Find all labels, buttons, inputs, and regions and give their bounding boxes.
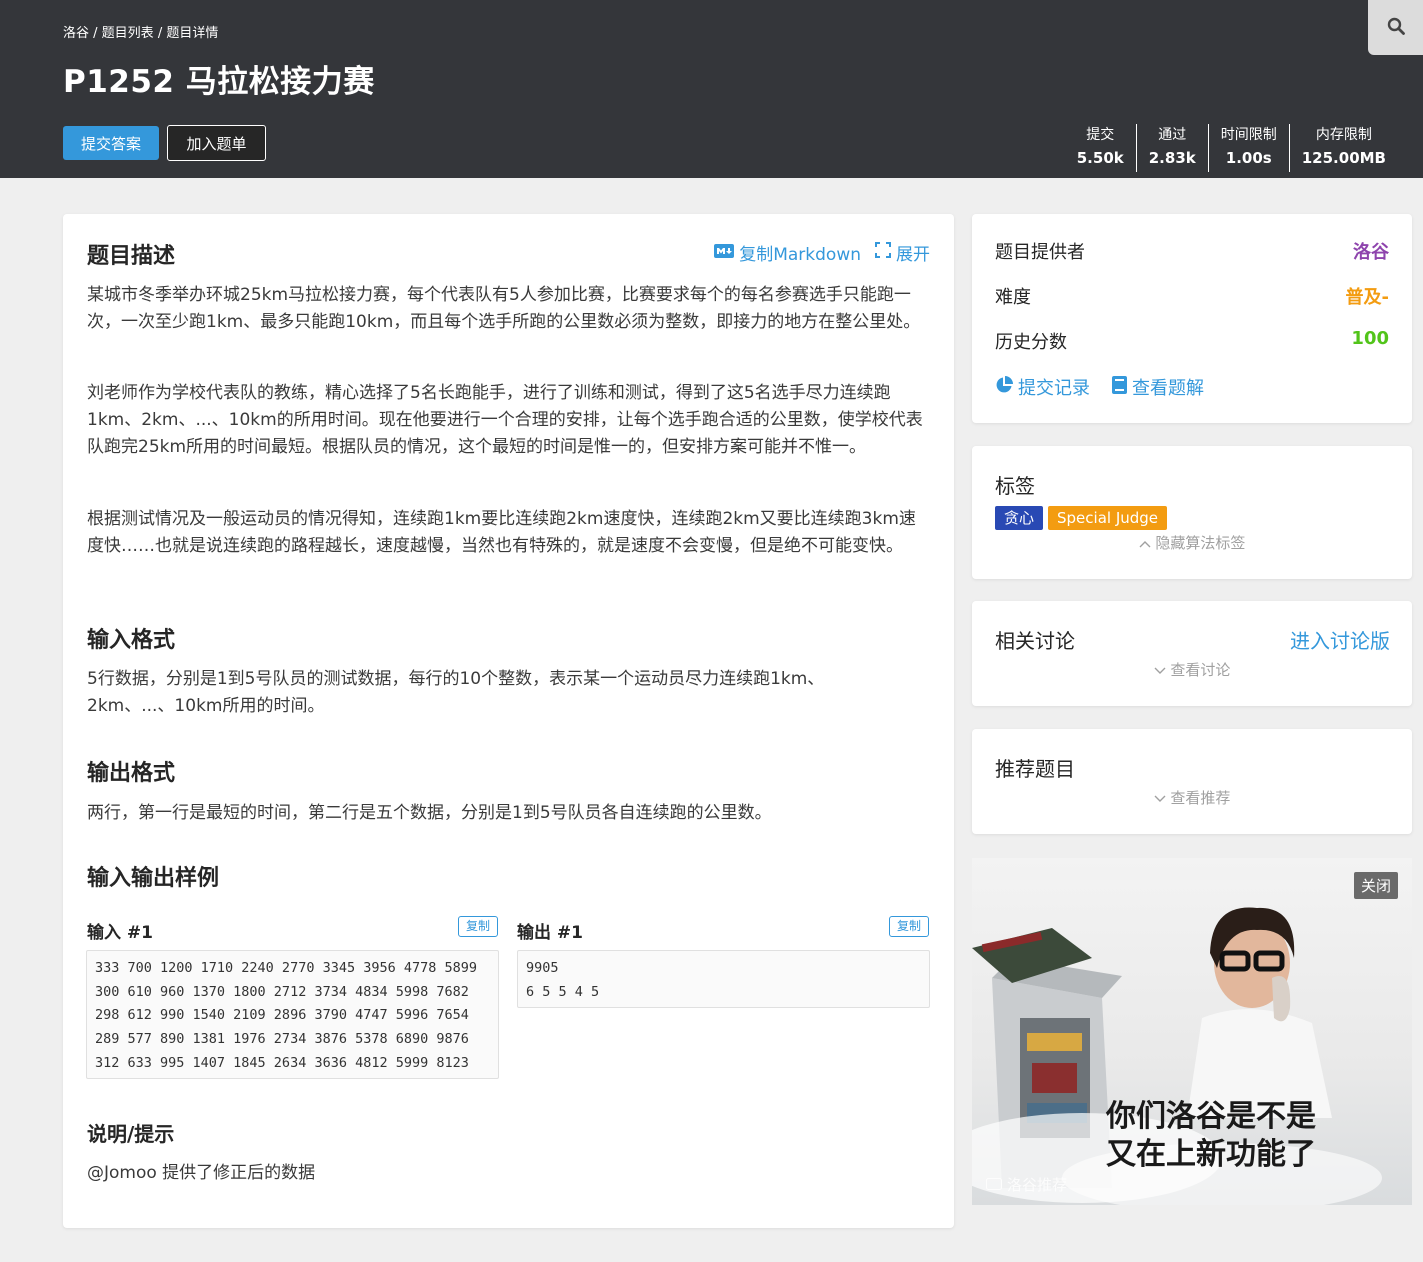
difficulty-label: 难度: [995, 287, 1031, 308]
copy-output-button[interactable]: 复制: [889, 916, 929, 937]
ad-banner[interactable]: 关闭 你们洛谷是不是 又在上新功能了 洛谷推荐: [972, 858, 1412, 1205]
breadcrumb-problem-list[interactable]: 题目列表: [102, 26, 154, 41]
stat-time-limit: 时间限制 1.00s: [1207, 124, 1289, 172]
breadcrumb-separator: /: [89, 26, 102, 41]
hint-text: @Jomoo 提供了修正后的数据: [87, 1163, 316, 1183]
ad-close-button[interactable]: 关闭: [1353, 872, 1398, 899]
output-format-text: 两行，第一行是最短的时间，第二行是五个数据，分别是1到5号队员各自连续跑的公里数…: [87, 803, 772, 823]
stat-label: 内存限制: [1315, 127, 1372, 143]
view-recommend-toggle[interactable]: 查看推荐: [972, 787, 1412, 808]
sample-output-box[interactable]: 9905 6 5 5 4 5: [517, 950, 930, 1008]
input-format-text: 5行数据，分别是1到5号队员的测试数据，每行的10个整数，表示某一个运动员尽力连…: [87, 669, 825, 716]
difficulty-value: 普及-: [1345, 287, 1389, 308]
breadcrumb-problem-detail: 题目详情: [166, 26, 219, 41]
sample-output-label: 输出 #1: [517, 923, 583, 943]
description-paragraph-2: 刘老师作为学校代表队的教练，精心选择了5名长跑能手，进行了训练和测试，得到了这5…: [87, 383, 923, 457]
expand-button[interactable]: 展开: [875, 240, 930, 265]
problem-content-card: 题目描述 复制Markdown 展开 某城市冬季举办环城25km马拉松接力赛，每…: [63, 214, 954, 1228]
info-links: 提交记录 查看题解: [995, 374, 1204, 400]
tag-greedy[interactable]: 贪心: [995, 506, 1044, 530]
view-solutions-label: 查看题解: [1132, 378, 1204, 399]
copy-input-button[interactable]: 复制: [458, 916, 498, 937]
sample-input-label: 输入 #1: [87, 923, 153, 943]
copy-markdown-label: 复制Markdown: [739, 245, 861, 265]
stat-accepted: 通过 2.83k: [1135, 124, 1208, 172]
info-row-score: 历史分数 100: [995, 328, 1389, 354]
search-icon: [1387, 17, 1405, 39]
ad-caption-line-1: 你们洛谷是不是: [1106, 1099, 1316, 1134]
description-paragraph-1: 某城市冬季举办环城25km马拉松接力赛，每个代表队有5人参加比赛，比赛要求每个的…: [87, 285, 921, 332]
tag-list: 贪心 Special Judge: [995, 506, 1172, 530]
breadcrumb: 洛谷 / 题目列表 / 题目详情: [63, 22, 218, 41]
stat-value: 1.00s: [1225, 149, 1272, 167]
sample-input-box[interactable]: 333 700 1200 1710 2240 2770 3345 3956 47…: [86, 950, 499, 1079]
markdown-tools: 复制Markdown 展开: [714, 240, 930, 265]
hint-heading: 说明/提示: [87, 1122, 175, 1146]
add-to-list-button[interactable]: 加入题单: [167, 125, 266, 161]
recommend-card: 推荐题目 查看推荐: [972, 729, 1412, 834]
expand-icon: [875, 242, 891, 263]
hide-algorithm-tags-label: 隐藏算法标签: [1155, 534, 1246, 552]
problem-info-card: 题目提供者 洛谷 难度 普及- 历史分数 100 提交记录 查看题解: [972, 214, 1412, 423]
book-icon: [1112, 375, 1127, 399]
chevron-down-icon: [1154, 661, 1171, 679]
stat-memory-limit: 内存限制 125.00MB: [1288, 124, 1398, 172]
search-button[interactable]: [1368, 0, 1423, 55]
ad-brand: 洛谷推荐: [986, 1174, 1067, 1195]
stat-value: 5.50k: [1076, 149, 1124, 167]
description-paragraph-3: 根据测试情况及一般运动员的情况得知，连续跑1km要比连续跑2km速度快，连续跑2…: [87, 509, 916, 556]
expand-label: 展开: [896, 245, 930, 265]
ad-brand-label: 洛谷推荐: [1007, 1176, 1068, 1194]
problem-header: 洛谷 / 题目列表 / 题目详情 P1252 马拉松接力赛 提交答案 加入题单 …: [0, 0, 1423, 178]
stat-label: 通过: [1158, 127, 1187, 143]
view-solutions-link[interactable]: 查看题解: [1112, 374, 1204, 400]
output-format-heading: 输出格式: [87, 761, 176, 786]
tag-special-judge[interactable]: Special Judge: [1048, 506, 1168, 530]
stat-label: 时间限制: [1220, 127, 1277, 143]
breadcrumb-home[interactable]: 洛谷: [63, 26, 89, 41]
samples-heading: 输入输出样例: [87, 866, 220, 891]
score-label: 历史分数: [995, 332, 1067, 353]
view-discussion-toggle[interactable]: 查看讨论: [972, 659, 1412, 680]
ad-caption: 你们洛谷是不是 又在上新功能了: [1106, 1098, 1316, 1174]
view-discussion-label: 查看讨论: [1170, 661, 1231, 679]
discussion-card: 相关讨论 进入讨论版 查看讨论: [972, 601, 1412, 706]
hide-algorithm-tags-toggle[interactable]: 隐藏算法标签: [972, 532, 1412, 553]
submit-answer-button[interactable]: 提交答案: [63, 126, 159, 160]
pie-chart-icon: [995, 375, 1013, 399]
score-value: 100: [1351, 328, 1389, 349]
provider-label: 题目提供者: [995, 242, 1085, 263]
info-row-provider: 题目提供者 洛谷: [995, 238, 1389, 264]
recommend-heading: 推荐题目: [995, 757, 1075, 781]
provider-value[interactable]: 洛谷: [1353, 238, 1389, 264]
tags-heading: 标签: [995, 474, 1035, 498]
problem-stats: 提交 5.50k 通过 2.83k 时间限制 1.00s 内存限制 125.00…: [1065, 124, 1398, 172]
stat-label: 提交: [1086, 127, 1115, 143]
stat-submissions: 提交 5.50k: [1065, 124, 1136, 172]
chevron-down-icon: [1154, 789, 1171, 807]
submission-records-label: 提交记录: [1018, 378, 1090, 399]
breadcrumb-separator: /: [153, 26, 167, 41]
info-row-difficulty: 难度 普及-: [995, 283, 1389, 309]
page-title: P1252 马拉松接力赛: [63, 64, 375, 100]
stat-value: 125.00MB: [1301, 149, 1386, 167]
stat-value: 2.83k: [1148, 149, 1196, 167]
copy-markdown-button[interactable]: 复制Markdown: [714, 240, 861, 265]
chevron-up-icon: [1139, 534, 1156, 552]
ad-caption-line-2: 又在上新功能了: [1106, 1137, 1316, 1172]
tags-card: 标签 贪心 Special Judge 隐藏算法标签: [972, 446, 1412, 579]
input-format-heading: 输入格式: [87, 628, 176, 653]
submission-records-link[interactable]: 提交记录: [995, 374, 1090, 400]
discussion-heading: 相关讨论: [995, 629, 1075, 653]
view-recommend-label: 查看推荐: [1170, 789, 1231, 807]
ad-badge-icon: [986, 1176, 1002, 1194]
description-heading: 题目描述: [87, 244, 176, 269]
enter-discussion-link[interactable]: 进入讨论版: [1290, 625, 1390, 654]
markdown-icon: [714, 243, 735, 263]
